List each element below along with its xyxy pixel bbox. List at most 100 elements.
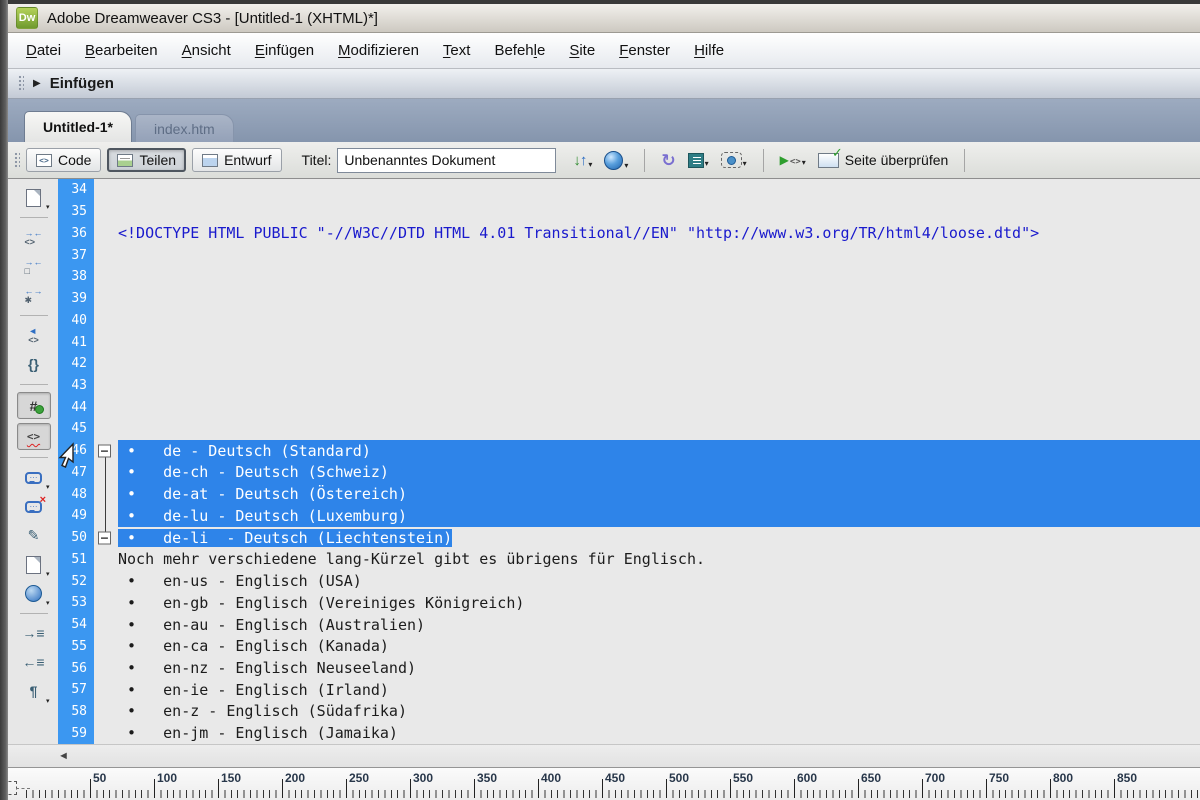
drag-grip-icon[interactable] bbox=[18, 75, 24, 92]
indent-code-button[interactable]: →≡ bbox=[18, 621, 50, 646]
code-text[interactable] bbox=[118, 288, 1200, 310]
line-number[interactable]: 59 bbox=[58, 722, 94, 745]
line-number[interactable]: 51 bbox=[58, 548, 94, 571]
collapse-full-tag-button[interactable]: →← <> bbox=[18, 225, 50, 250]
line-number[interactable]: 47 bbox=[58, 461, 94, 484]
code-text[interactable]: <!DOCTYPE HTML PUBLIC "-//W3C//DTD HTML … bbox=[118, 222, 1200, 244]
code-text[interactable]: • de - Deutsch (Standard) bbox=[118, 439, 1200, 462]
code-text[interactable]: • en-gb - Englisch (Vereiniges Königreic… bbox=[118, 592, 1200, 614]
line-number[interactable]: 50 bbox=[58, 526, 94, 549]
line-number[interactable]: 37 bbox=[58, 244, 94, 266]
menu-fenster[interactable]: Fenster bbox=[607, 38, 682, 63]
refresh-button[interactable]: ↻ bbox=[658, 150, 678, 171]
drag-grip-icon[interactable] bbox=[14, 151, 20, 169]
code-view-button[interactable]: Code bbox=[26, 148, 102, 172]
line-number[interactable]: 52 bbox=[58, 570, 94, 592]
line-numbers-button[interactable]: # bbox=[16, 392, 51, 419]
collapse-selection-button[interactable]: →← □ bbox=[18, 254, 50, 279]
menu-text[interactable]: Text bbox=[431, 38, 483, 63]
code-text[interactable] bbox=[118, 396, 1200, 418]
visual-aids-button[interactable]: ▾ bbox=[718, 150, 750, 170]
code-text[interactable] bbox=[118, 375, 1200, 397]
code-text[interactable] bbox=[118, 331, 1200, 353]
format-source-code-button[interactable]: ¶ ▾ bbox=[18, 679, 50, 706]
line-number[interactable]: 45 bbox=[58, 418, 94, 440]
code-text[interactable] bbox=[118, 418, 1200, 440]
line-number[interactable]: 39 bbox=[58, 287, 94, 310]
entwurf-view-button[interactable]: Entwurf bbox=[192, 148, 282, 172]
line-number[interactable]: 38 bbox=[58, 265, 94, 288]
code-fold-toggle[interactable]: − bbox=[98, 531, 111, 545]
code-text[interactable]: • de-lu - Deutsch (Luxemburg) bbox=[118, 505, 1200, 527]
collapse-arrow-icon[interactable]: ▶ bbox=[33, 78, 41, 89]
wrap-tag-button[interactable]: ✎ bbox=[18, 523, 50, 548]
code-editor[interactable]: 34 35 36 <!DOCTYPE HTML PUBLIC "-//W3C//DTD… bbox=[58, 179, 1200, 745]
line-number[interactable]: 44 bbox=[58, 396, 94, 419]
code-text[interactable]: • de-li - Deutsch (Liechtenstein) bbox=[118, 527, 1200, 549]
select-parent-tag-button[interactable]: ◄ <> bbox=[18, 323, 50, 348]
document-tab-indexhtm[interactable]: index.htm bbox=[135, 114, 234, 142]
balance-braces-button[interactable]: {} bbox=[18, 352, 50, 377]
code-text[interactable]: • en-ca - Englisch (Kanada) bbox=[118, 635, 1200, 657]
code-text[interactable]: • de-ch - Deutsch (Schweiz) bbox=[118, 461, 1200, 484]
open-documents-button[interactable]: ▾ bbox=[18, 185, 50, 211]
menu-hilfe[interactable]: Hilfe bbox=[682, 38, 736, 63]
code-text[interactable] bbox=[118, 201, 1200, 223]
preview-in-browser-button[interactable]: ▾ bbox=[601, 149, 631, 172]
line-number[interactable]: 40 bbox=[58, 309, 94, 332]
view-splitter[interactable]: ◄ bbox=[0, 744, 1200, 767]
line-number[interactable]: 54 bbox=[58, 613, 94, 636]
view-options-button[interactable]: ▾ bbox=[685, 151, 712, 170]
menu-datei[interactable]: Datei bbox=[14, 38, 73, 63]
recent-snippets-button[interactable]: ▾ bbox=[18, 552, 50, 578]
remove-comment-button[interactable]: ··· × bbox=[18, 494, 50, 519]
code-text[interactable]: • en-jm - Englisch (Jamaika) bbox=[118, 722, 1200, 744]
line-number[interactable]: 58 bbox=[58, 700, 94, 723]
teilen-view-button[interactable]: Teilen bbox=[107, 148, 187, 172]
menu-einfgen[interactable]: Einfügen bbox=[243, 38, 326, 63]
line-number[interactable]: 41 bbox=[58, 331, 94, 353]
file-management-button[interactable]: ↓ ↑ ▾ bbox=[570, 150, 595, 171]
insert-bar[interactable]: ▶ Einfügen bbox=[0, 69, 1200, 99]
code-text[interactable] bbox=[118, 244, 1200, 266]
line-number[interactable]: 55 bbox=[58, 635, 94, 658]
highlight-invalid-code-button[interactable]: <> bbox=[16, 423, 51, 450]
document-title-input[interactable] bbox=[337, 147, 557, 173]
code-text[interactable] bbox=[118, 266, 1200, 288]
menu-bearbeiten[interactable]: Bearbeiten bbox=[73, 38, 170, 63]
validate-markup-button[interactable]: ▶ <> ▾ bbox=[777, 151, 809, 169]
code-text[interactable] bbox=[118, 179, 1200, 201]
menu-modifizieren[interactable]: Modifizieren bbox=[326, 38, 431, 63]
code-text[interactable]: Noch mehr verschiedene lang-Kürzel gibt … bbox=[118, 548, 1200, 570]
code-text[interactable]: • en-nz - Englisch Neuseeland) bbox=[118, 657, 1200, 679]
document-tab-Untitled1[interactable]: Untitled-1* bbox=[24, 111, 132, 142]
code-fold-toggle[interactable]: − bbox=[98, 444, 111, 458]
menu-ansicht[interactable]: Ansicht bbox=[170, 38, 243, 63]
code-text[interactable]: • en-us - Englisch (USA) bbox=[118, 570, 1200, 592]
line-number[interactable]: 34 bbox=[58, 179, 94, 201]
line-number[interactable]: 48 bbox=[58, 483, 94, 506]
apply-comment-button[interactable]: ··· ▾ bbox=[18, 465, 50, 491]
code-text[interactable] bbox=[118, 353, 1200, 375]
line-number[interactable]: 35 bbox=[58, 200, 94, 223]
code-text[interactable]: • en-au - Englisch (Australien) bbox=[118, 614, 1200, 636]
line-number[interactable]: 43 bbox=[58, 374, 94, 397]
check-page-button[interactable]: Seite überprüfen bbox=[815, 145, 952, 170]
code-text[interactable]: • en-ie - Englisch (Irland) bbox=[118, 679, 1200, 701]
line-number[interactable]: 56 bbox=[58, 657, 94, 679]
outdent-code-button[interactable]: ←≡ bbox=[18, 650, 50, 675]
line-number[interactable]: 57 bbox=[58, 678, 94, 701]
line-number[interactable]: 36 bbox=[58, 222, 94, 245]
line-number[interactable]: 53 bbox=[58, 591, 94, 614]
line-number[interactable]: 49 bbox=[58, 505, 94, 527]
line-number[interactable]: 42 bbox=[58, 352, 94, 375]
expand-all-button[interactable]: ←→ ✱ bbox=[18, 283, 50, 308]
code-text[interactable]: • en-z - Englisch (Südafrika) bbox=[118, 701, 1200, 723]
code-text[interactable]: • de-at - Deutsch (Östereich) bbox=[118, 483, 1200, 506]
menu-befehle[interactable]: Befehle bbox=[482, 38, 557, 63]
line-number[interactable]: 46 bbox=[58, 439, 94, 462]
code-text[interactable] bbox=[118, 309, 1200, 331]
collapse-left-icon[interactable]: ◄ bbox=[58, 750, 69, 762]
menu-site[interactable]: Site bbox=[557, 38, 607, 63]
move-css-button[interactable]: ▾ bbox=[18, 581, 50, 607]
